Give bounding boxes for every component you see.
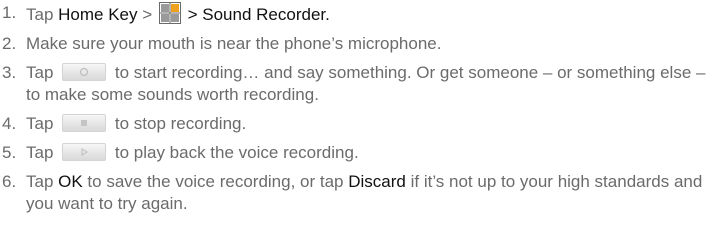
play-button-icon — [62, 143, 107, 161]
step-4: 4. Tap to stop recording. — [0, 113, 713, 135]
step-text: to play back the voice recording. — [110, 143, 359, 162]
step-number: 3. — [2, 63, 17, 82]
step-text: Tap — [26, 172, 59, 191]
step-2: 2. Make sure your mouth is near the phon… — [0, 33, 713, 55]
stop-button-icon — [62, 114, 107, 132]
step-3: 3. Tap to start recording… and say somet… — [0, 62, 713, 106]
sound-recorder-label: > Sound Recorder. — [182, 5, 330, 24]
step-text: > — [137, 5, 157, 24]
step-text: to stop recording. — [110, 114, 247, 133]
step-text: Tap — [26, 143, 59, 162]
instruction-list: 1. Tap Home Key > > Sound Recorder. 2. M… — [0, 2, 713, 222]
step-number: 4. — [2, 114, 17, 133]
step-number: 6. — [2, 172, 17, 191]
ok-label: OK — [58, 172, 83, 191]
step-5: 5. Tap to play back the voice recording. — [0, 142, 713, 164]
step-text: to save the voice recording, or tap — [82, 172, 349, 191]
step-text: Tap — [26, 114, 59, 133]
step-text: Make sure your mouth is near the phone’s… — [26, 34, 442, 53]
home-key-label: Home Key — [58, 5, 138, 24]
discard-label: Discard — [348, 172, 406, 191]
step-text: to start recording… and say something. O… — [26, 63, 706, 104]
step-1: 1. Tap Home Key > > Sound Recorder. — [0, 2, 713, 26]
step-number: 1. — [2, 3, 17, 22]
step-6: 6. Tap OK to save the voice recording, o… — [0, 171, 713, 215]
apps-grid-icon — [158, 2, 181, 24]
step-text: Tap — [26, 63, 59, 82]
step-text: Tap — [26, 5, 59, 24]
record-button-icon — [62, 63, 107, 81]
step-number: 2. — [2, 34, 17, 53]
step-number: 5. — [2, 143, 17, 162]
